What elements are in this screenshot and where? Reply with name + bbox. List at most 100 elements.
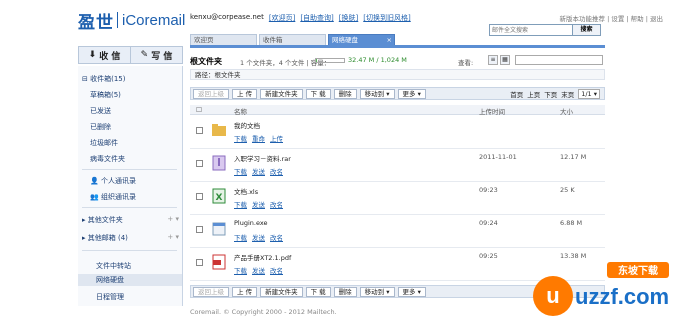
download-button[interactable]: 下 载: [305, 286, 331, 297]
sidebar-item-org-contacts[interactable]: 👥 组织通讯录: [90, 192, 136, 202]
tab-inbox[interactable]: 收件箱: [259, 34, 326, 45]
file-action-link[interactable]: 下载: [234, 133, 247, 143]
download-button[interactable]: 下 载: [305, 88, 331, 99]
add-icon[interactable]: + ▾: [167, 233, 179, 241]
file-action-link[interactable]: 上传: [270, 133, 283, 143]
sidebar-item-sent[interactable]: 已发送: [90, 106, 111, 116]
welcome-link[interactable]: [欢迎页]: [269, 13, 295, 23]
table-row[interactable]: X 文档.xls 下载 发送 改名 09:23 25 K: [190, 182, 605, 215]
file-action-link[interactable]: 发送: [252, 166, 265, 176]
new-folder-button[interactable]: 新建文件夹: [260, 88, 303, 99]
sidebar-item-inbox[interactable]: ⊟ 收件箱(15): [82, 74, 125, 84]
file-actions: 下载 发送 改名: [234, 166, 283, 176]
write-label: 写 信: [151, 51, 173, 62]
change-skin-link[interactable]: [换肤]: [339, 13, 358, 23]
old-style-link[interactable]: [切换到旧风格]: [363, 13, 410, 23]
new-folder-button[interactable]: 新建文件夹: [260, 286, 303, 297]
move-to-dropdown[interactable]: 移动到 ▾: [359, 286, 395, 297]
file-search-input[interactable]: [515, 55, 603, 65]
mail-search: 搜索: [489, 24, 601, 36]
file-action-link[interactable]: 发送: [252, 265, 265, 275]
file-action-link[interactable]: 发送: [252, 199, 265, 209]
file-action-link[interactable]: 发送: [252, 232, 265, 242]
file-action-link[interactable]: 改名: [270, 232, 283, 242]
row-checkbox[interactable]: [196, 127, 203, 134]
file-name[interactable]: 我的文档: [234, 120, 260, 130]
top-links[interactable]: 新版本功能推荐 | 设置 | 帮助 | 退出: [560, 13, 663, 23]
file-name[interactable]: 文档.xls: [234, 186, 258, 196]
sidebar-item-spam[interactable]: 垃圾邮件: [90, 138, 118, 148]
grid-view-icon[interactable]: ▦: [500, 55, 510, 65]
close-icon[interactable]: ×: [387, 35, 392, 45]
sidebar: ⊟ 收件箱(15) 草稿箱(5) 已发送 已删除 垃圾邮件 病毒文件夹 👤 个人…: [78, 66, 183, 306]
top-toolbar: 返回上级 上 传 新建文件夹 下 载 删除 移动到 ▾ 更多 ▾ 首页 上页 下…: [190, 87, 605, 100]
receive-button[interactable]: ⬇ 收 信: [79, 47, 130, 63]
delete-button[interactable]: 删除: [333, 286, 357, 297]
sidebar-item-other-mailboxes[interactable]: ▸ 其他邮箱 (4) + ▾: [82, 233, 179, 243]
file-action-link[interactable]: 下载: [234, 265, 247, 275]
self-service-link[interactable]: [自助查询]: [300, 13, 333, 23]
breadcrumb: 路径：根文件夹: [190, 69, 605, 80]
group-icon: 👥: [90, 193, 99, 201]
sidebar-item-deleted[interactable]: 已删除: [90, 122, 111, 132]
first-page-link[interactable]: 首页: [510, 89, 523, 99]
user-bar: kenxu@corpease.net [欢迎页] [自助查询] [换肤] [切换…: [190, 13, 411, 23]
col-size[interactable]: 大小: [560, 106, 573, 116]
list-view-icon[interactable]: ≡: [488, 55, 498, 65]
col-date[interactable]: 上传时间: [479, 106, 505, 116]
sidebar-item-calendar[interactable]: 日程管理: [96, 292, 124, 302]
next-page-link[interactable]: 下页: [544, 89, 557, 99]
row-checkbox[interactable]: [196, 226, 203, 233]
prev-page-link[interactable]: 上页: [527, 89, 540, 99]
page-select[interactable]: 1/1 ▾: [578, 88, 600, 99]
sidebar-item-netdisk[interactable]: 网络硬盘: [78, 274, 182, 286]
file-action-link[interactable]: 下载: [234, 166, 247, 176]
sidebar-item-drafts[interactable]: 草稿箱(5): [90, 90, 121, 100]
file-date: 09:25: [479, 252, 498, 260]
select-all-checkbox[interactable]: ☐: [196, 106, 202, 114]
sidebar-item-other-folders[interactable]: ▸ 其他文件夹 + ▾: [82, 215, 179, 225]
row-checkbox[interactable]: [196, 259, 203, 266]
back-up-button[interactable]: 返回上级: [193, 88, 229, 99]
upload-button[interactable]: 上 传: [232, 286, 258, 297]
file-action-link[interactable]: 下载: [234, 199, 247, 209]
back-up-button[interactable]: 返回上级: [193, 286, 229, 297]
search-button[interactable]: 搜索: [572, 25, 600, 35]
app-logo: 盈世 iCoremail: [78, 8, 185, 33]
more-dropdown[interactable]: 更多 ▾: [397, 88, 426, 99]
sidebar-item-file-transfer[interactable]: 文件中转站: [96, 261, 131, 271]
sidebar-item-virus[interactable]: 病毒文件夹: [90, 154, 125, 164]
row-checkbox[interactable]: [196, 160, 203, 167]
svg-text:X: X: [216, 193, 223, 203]
view-label: 查看:: [458, 59, 474, 67]
file-size: 25 K: [560, 186, 575, 194]
table-row[interactable]: 入职学习－资料.rar 下载 发送 改名 2011-11-01 12.17 M: [190, 149, 605, 182]
delete-button[interactable]: 删除: [333, 88, 357, 99]
file-action-link[interactable]: 改名: [270, 265, 283, 275]
file-name[interactable]: 入职学习－资料.rar: [234, 153, 291, 163]
upload-button[interactable]: 上 传: [232, 88, 258, 99]
row-checkbox[interactable]: [196, 193, 203, 200]
more-dropdown[interactable]: 更多 ▾: [397, 286, 426, 297]
file-name[interactable]: 产品手册XT2.1.pdf: [234, 252, 291, 262]
col-name[interactable]: 名称: [234, 106, 247, 116]
file-actions: 下载 发送 改名: [234, 199, 283, 209]
file-action-link[interactable]: 改名: [270, 199, 283, 209]
file-action-link[interactable]: 改名: [270, 166, 283, 176]
tab-welcome[interactable]: 欢迎页: [190, 34, 257, 45]
move-to-dropdown[interactable]: 移动到 ▾: [359, 88, 395, 99]
view-switcher: ≡ ▦: [488, 55, 510, 65]
search-input[interactable]: [490, 25, 572, 35]
file-action-link[interactable]: 重命: [252, 133, 265, 143]
table-row[interactable]: Plugin.exe 下载 发送 改名 09:24 6.88 M: [190, 215, 605, 248]
tab-netdisk[interactable]: 网络硬盘 ×: [328, 34, 395, 45]
write-button[interactable]: ✎ 写 信: [130, 47, 182, 63]
divider: [82, 250, 177, 251]
sidebar-item-personal-contacts[interactable]: 👤 个人通讯录: [90, 176, 136, 186]
table-row[interactable]: 我的文档下载 重命 上传: [190, 116, 605, 149]
add-icon[interactable]: + ▾: [167, 215, 179, 223]
folder-icon: [211, 122, 227, 138]
file-name[interactable]: Plugin.exe: [234, 219, 268, 227]
last-page-link[interactable]: 末页: [561, 89, 574, 99]
file-action-link[interactable]: 下载: [234, 232, 247, 242]
